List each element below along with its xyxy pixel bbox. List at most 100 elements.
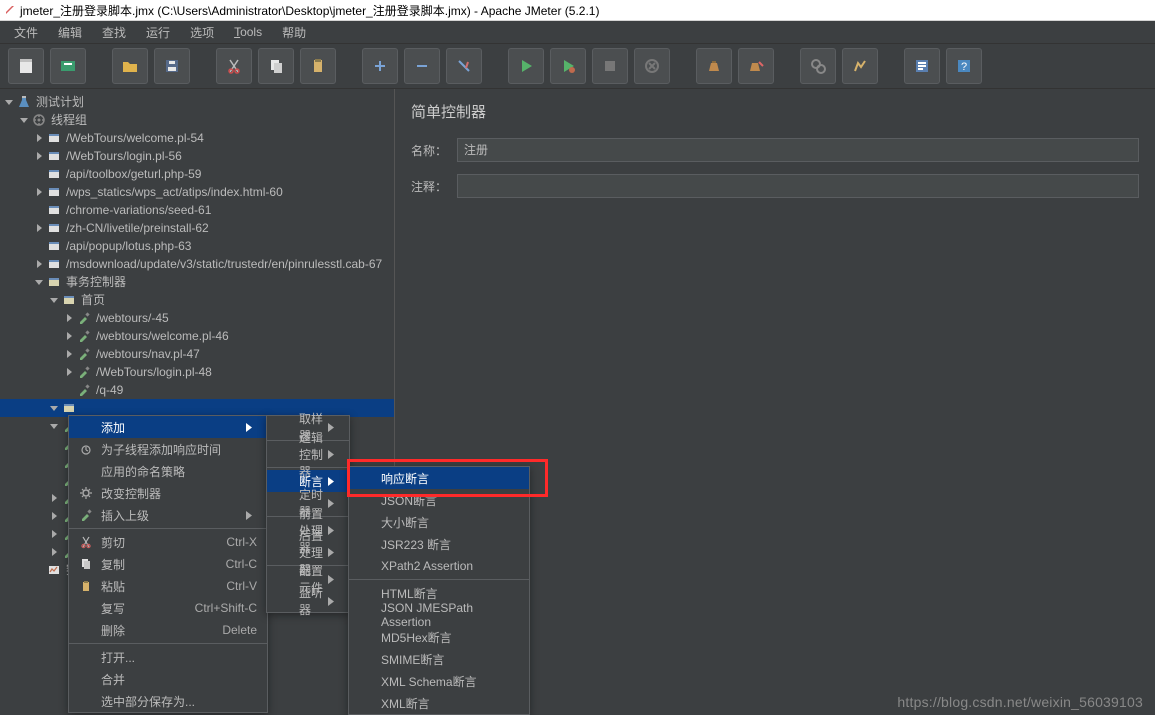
menu-item[interactable]: 编辑	[50, 22, 90, 43]
menu-item[interactable]: JSON JMESPath Assertion	[349, 604, 529, 626]
tree-node[interactable]: /WebTours/login.pl-48	[0, 363, 394, 381]
tree-node[interactable]: /q-49	[0, 381, 394, 399]
collapse-button[interactable]	[404, 48, 440, 84]
name-input[interactable]: 注册	[457, 138, 1139, 162]
tree-node[interactable]: 测试计划	[0, 93, 394, 111]
templates-button[interactable]	[50, 48, 86, 84]
menu-item-label: 为子线程添加响应时间	[101, 441, 257, 458]
menu-item[interactable]: 运行	[138, 22, 178, 43]
start-button[interactable]	[508, 48, 544, 84]
clear-all-button[interactable]	[738, 48, 774, 84]
menu-item[interactable]: JSR223 断言	[349, 533, 529, 555]
twisty-icon[interactable]	[49, 421, 59, 431]
twisty-icon[interactable]	[19, 115, 29, 125]
menu-item[interactable]: 逻辑控制器	[267, 443, 349, 465]
twisty-icon[interactable]	[49, 547, 59, 557]
menu-item[interactable]: 响应断言	[349, 467, 529, 489]
menu-item[interactable]: XPath2 Assertion	[349, 555, 529, 577]
twisty-icon[interactable]	[49, 529, 59, 539]
cut-button[interactable]	[216, 48, 252, 84]
twisty-icon[interactable]	[64, 349, 74, 359]
menu-item[interactable]: 粘贴Ctrl-V	[69, 575, 267, 597]
tree-node[interactable]: /WebTours/welcome.pl-54	[0, 129, 394, 147]
open-button[interactable]	[112, 48, 148, 84]
twisty-icon[interactable]	[34, 223, 44, 233]
stop-button[interactable]	[592, 48, 628, 84]
reset-search-button[interactable]	[842, 48, 878, 84]
tree-node[interactable]: /chrome-variations/seed-61	[0, 201, 394, 219]
menu-item-label: HTML断言	[381, 585, 519, 602]
twisty-icon[interactable]	[49, 403, 59, 413]
twisty-icon[interactable]	[49, 511, 59, 521]
menu-item[interactable]: 添加	[69, 416, 267, 438]
menu-item[interactable]: 复写Ctrl+Shift-C	[69, 597, 267, 619]
menu-item[interactable]: 后置处理器	[267, 541, 349, 563]
menu-item[interactable]: 文件	[6, 22, 46, 43]
twisty-icon[interactable]	[34, 259, 44, 269]
twisty-icon[interactable]	[64, 331, 74, 341]
menu-item[interactable]: 插入上级	[69, 504, 267, 526]
twisty-icon[interactable]	[34, 151, 44, 161]
twisty-icon[interactable]	[64, 313, 74, 323]
menu-item[interactable]: 应用的命名策略	[69, 460, 267, 482]
tree-node[interactable]: 事务控制器	[0, 273, 394, 291]
menu-item[interactable]: JSON断言	[349, 489, 529, 511]
tree-node[interactable]: /webtours/welcome.pl-46	[0, 327, 394, 345]
new-button[interactable]	[8, 48, 44, 84]
menu-item[interactable]: 帮助	[274, 22, 314, 43]
tree-node[interactable]: /api/popup/lotus.php-63	[0, 237, 394, 255]
twisty-icon[interactable]	[4, 97, 14, 107]
menu-shortcut: Delete	[222, 623, 257, 637]
tree-node[interactable]: /wps_statics/wps_act/atips/index.html-60	[0, 183, 394, 201]
comment-input[interactable]	[457, 174, 1139, 198]
menu-item[interactable]: 选项	[182, 22, 222, 43]
help-button[interactable]: ?	[946, 48, 982, 84]
tree-node[interactable]: /msdownload/update/v3/static/trustedr/en…	[0, 255, 394, 273]
menu-item[interactable]: 删除Delete	[69, 619, 267, 641]
twisty-icon[interactable]	[34, 187, 44, 197]
toggle-button[interactable]	[446, 48, 482, 84]
clear-button[interactable]	[696, 48, 732, 84]
menu-item[interactable]: 合并	[69, 668, 267, 690]
tree-node[interactable]: 线程组	[0, 111, 394, 129]
twisty-icon	[34, 241, 44, 251]
start-no-timers-button[interactable]	[550, 48, 586, 84]
twisty-icon[interactable]	[49, 493, 59, 503]
twisty-icon[interactable]	[34, 277, 44, 287]
copy-button[interactable]	[258, 48, 294, 84]
menu-item-label: 打开...	[101, 649, 257, 666]
tree-node[interactable]: 首页	[0, 291, 394, 309]
menu-item[interactable]: 为子线程添加响应时间	[69, 438, 267, 460]
paste-button[interactable]	[300, 48, 336, 84]
context-menu-3: 响应断言JSON断言大小断言JSR223 断言 XPath2 Assertion H…	[348, 466, 530, 715]
twisty-icon[interactable]	[49, 295, 59, 305]
function-helper-button[interactable]	[904, 48, 940, 84]
menu-item-label: 改变控制器	[101, 485, 257, 502]
menu-item[interactable]: 监听器	[267, 590, 349, 612]
menu-item[interactable]: 大小断言	[349, 511, 529, 533]
tree-node[interactable]: /webtours/-45	[0, 309, 394, 327]
save-button[interactable]	[154, 48, 190, 84]
tree-node[interactable]: /WebTours/login.pl-56	[0, 147, 394, 165]
shutdown-button[interactable]	[634, 48, 670, 84]
menu-item[interactable]: XML Schema断言	[349, 670, 529, 692]
tree-node[interactable]: /webtours/nav.pl-47	[0, 345, 394, 363]
menu-item-label: XPath2 Assertion	[381, 559, 519, 573]
menu-item[interactable]: Tools	[226, 23, 270, 41]
menu-item[interactable]: MD5Hex断言	[349, 626, 529, 648]
menu-item[interactable]: SMIME断言	[349, 648, 529, 670]
search-button[interactable]	[800, 48, 836, 84]
twisty-icon[interactable]	[34, 133, 44, 143]
menu-item[interactable]: XML断言	[349, 692, 529, 714]
menu-item[interactable]: 改变控制器	[69, 482, 267, 504]
tree-node[interactable]: /api/toolbox/geturl.php-59	[0, 165, 394, 183]
menu-item[interactable]: 查找	[94, 22, 134, 43]
menu-item[interactable]: 选中部分保存为...	[69, 690, 267, 712]
expand-button[interactable]	[362, 48, 398, 84]
menu-item[interactable]: 剪切Ctrl-X	[69, 531, 267, 553]
tree-node[interactable]: /zh-CN/livetile/preinstall-62	[0, 219, 394, 237]
twisty-icon[interactable]	[64, 367, 74, 377]
menu-item[interactable]: 打开...	[69, 646, 267, 668]
menu-item[interactable]: 复制Ctrl-C	[69, 553, 267, 575]
menu-shortcut: Ctrl-C	[226, 557, 257, 571]
